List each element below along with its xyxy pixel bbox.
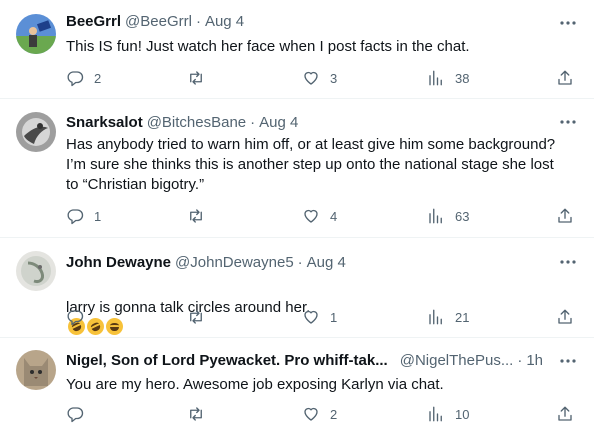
display-name[interactable]: John Dewayne [66, 253, 171, 273]
share-button[interactable] [556, 68, 574, 88]
like-button[interactable]: 1 [302, 307, 337, 327]
timestamp[interactable]: Aug 4 [205, 12, 244, 32]
tweet-actions: 2 10 [66, 404, 582, 424]
like-count: 4 [330, 208, 338, 224]
like-count: 2 [330, 406, 338, 422]
tweet-text: Has anybody tried to warn him off, or at… [66, 136, 556, 193]
timestamp[interactable]: Aug 4 [307, 253, 346, 273]
share-button[interactable] [556, 404, 574, 424]
display-name[interactable]: Snarksalot [66, 113, 143, 133]
heart-icon [304, 310, 318, 324]
tweet[interactable]: BeeGrrl @BeeGrrl · Aug 4 This IS fun! Ju… [0, 0, 594, 99]
tweet-actions: 1 21 [66, 307, 582, 327]
reply-icon [67, 310, 84, 326]
views-chart-icon [429, 70, 442, 86]
reply-button[interactable]: 1 [66, 206, 101, 226]
avatar-image [16, 350, 56, 390]
tweet-actions: 2 3 38 [66, 68, 582, 88]
user-handle[interactable]: @JohnDewayne5 [175, 253, 294, 273]
timestamp[interactable]: Aug 4 [259, 113, 298, 133]
avatar[interactable] [16, 14, 56, 54]
reply-count: 1 [94, 208, 102, 224]
heart-icon [304, 407, 318, 421]
views-button[interactable]: 21 [427, 307, 469, 327]
tweet-text: You are my hero. Awesome job exposing Ka… [66, 376, 444, 393]
share-button[interactable] [556, 307, 574, 327]
separator-dot: · [297, 254, 303, 271]
more-dots-icon[interactable] [558, 351, 578, 371]
avatar[interactable] [16, 350, 56, 390]
retweet-icon [190, 209, 202, 223]
view-count: 38 [455, 70, 470, 86]
view-count: 10 [455, 406, 470, 422]
tweet-header: Nigel, Son of Lord Pyewacket. Pro whiff-… [66, 351, 580, 371]
tweet-header: BeeGrrl @BeeGrrl · Aug 4 [66, 12, 580, 32]
avatar[interactable] [16, 112, 56, 152]
share-icon [558, 208, 572, 223]
like-count: 1 [330, 309, 338, 325]
user-handle[interactable]: @BeeGrrl [125, 12, 192, 32]
views-button[interactable]: 10 [427, 404, 469, 424]
more-dots-icon[interactable] [558, 252, 578, 272]
retweet-button[interactable] [187, 307, 215, 327]
display-name[interactable]: BeeGrrl [66, 12, 121, 32]
avatar-image [16, 251, 56, 291]
reply-button[interactable] [66, 404, 94, 424]
retweet-icon [190, 310, 202, 324]
view-count: 63 [455, 208, 470, 224]
heart-icon [304, 71, 318, 85]
like-button[interactable]: 2 [302, 404, 337, 424]
tweet-header: John Dewayne @JohnDewayne5 · Aug 4 [66, 253, 580, 273]
reply-button[interactable] [66, 307, 94, 327]
share-icon [558, 70, 572, 85]
like-button[interactable]: 3 [302, 68, 337, 88]
views-button[interactable]: 63 [427, 206, 469, 226]
tweet-header: Snarksalot @BitchesBane · Aug 4 [66, 113, 580, 133]
more-dots-icon[interactable] [558, 13, 578, 33]
tweet[interactable]: Snarksalot @BitchesBane · Aug 4 Has anyb… [0, 99, 594, 238]
separator-dot: · [517, 352, 523, 369]
tweet-text: This IS fun! Just watch her face when I … [66, 38, 470, 55]
retweet-icon [190, 407, 202, 421]
avatar[interactable] [16, 251, 56, 291]
reply-count: 2 [94, 70, 102, 86]
reply-button[interactable]: 2 [66, 68, 101, 88]
heart-icon [304, 209, 318, 223]
retweet-button[interactable] [187, 404, 215, 424]
more-dots-icon[interactable] [558, 112, 578, 132]
share-button[interactable] [556, 206, 574, 226]
retweet-button[interactable] [187, 206, 215, 226]
user-handle[interactable]: @NigelThePus... [400, 351, 514, 371]
like-button[interactable]: 4 [302, 206, 337, 226]
views-chart-icon [429, 309, 442, 325]
retweet-button[interactable] [187, 68, 215, 88]
views-chart-icon [429, 208, 442, 224]
tweet-actions: 1 4 63 [66, 206, 582, 226]
retweet-icon [190, 71, 202, 85]
share-icon [558, 309, 572, 324]
reply-icon [67, 407, 84, 423]
share-icon [558, 406, 572, 421]
avatar-image [16, 112, 56, 152]
separator-dot: · [250, 114, 256, 131]
reply-icon [67, 71, 84, 87]
reply-icon [67, 209, 84, 225]
tweet[interactable]: Nigel, Son of Lord Pyewacket. Pro whiff-… [0, 338, 594, 436]
views-chart-icon [429, 406, 442, 422]
separator-dot: · [195, 13, 201, 30]
timestamp[interactable]: 1h [526, 351, 543, 371]
avatar-image [16, 14, 56, 54]
views-button[interactable]: 38 [427, 68, 469, 88]
user-handle[interactable]: @BitchesBane [147, 113, 246, 133]
display-name[interactable]: Nigel, Son of Lord Pyewacket. Pro whiff-… [66, 351, 388, 371]
like-count: 3 [330, 70, 338, 86]
view-count: 21 [455, 309, 470, 325]
tweet[interactable]: John Dewayne @JohnDewayne5 · Aug 4 larry… [0, 238, 594, 338]
